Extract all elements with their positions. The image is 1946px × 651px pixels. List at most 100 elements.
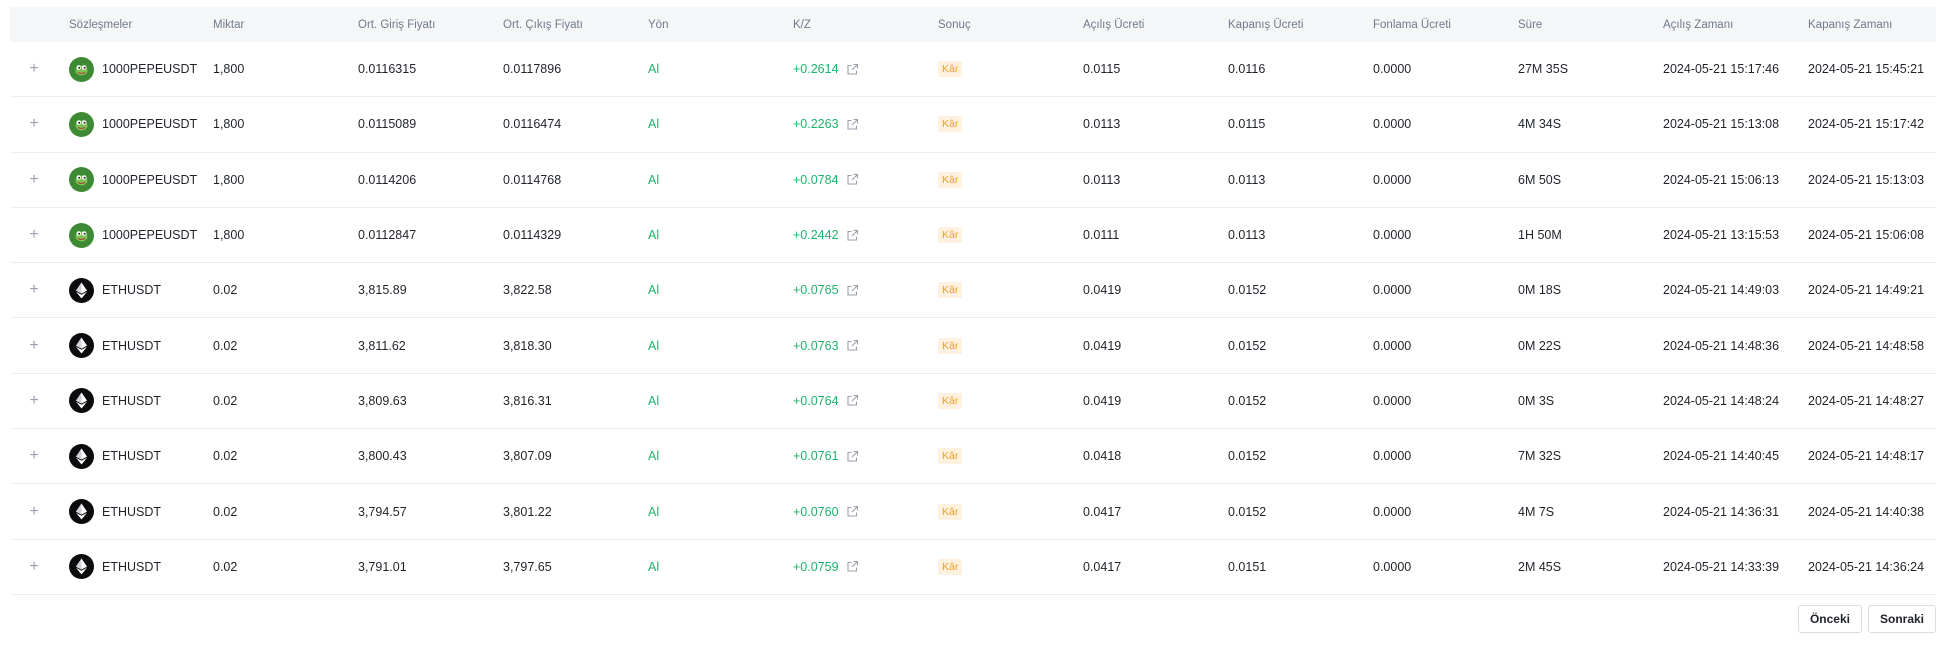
- column-header-contracts: Sözleşmeler: [69, 18, 133, 31]
- column-header-opening-fee: Açılış Ücreti: [1083, 18, 1145, 31]
- expand-row-icon[interactable]: +: [26, 484, 42, 538]
- close-time-cell: 2024-05-21 14:48:17: [1808, 449, 1925, 464]
- close-time-cell: 2024-05-21 15:06:08: [1808, 228, 1925, 243]
- contract-symbol: ETHUSDT: [102, 449, 162, 464]
- expand-row-icon[interactable]: +: [26, 153, 42, 207]
- closing-fee-cell: 0.0152: [1228, 283, 1267, 298]
- column-header-funding-fee: Fonlama Ücreti: [1373, 18, 1451, 31]
- contract-cell: ETHUSDT: [69, 429, 161, 483]
- result-badge: Kâr: [938, 282, 963, 299]
- avg-entry-price-cell: 3,800.43: [358, 449, 407, 464]
- pnl-value: +0.0765: [793, 283, 839, 298]
- duration-cell: 27M 35S: [1518, 62, 1569, 77]
- quantity-cell: 0.02: [213, 504, 238, 519]
- table-row[interactable]: +1000PEPEUSDT 1,800 0.0112847 0.0114329 Al +0…: [10, 208, 1936, 264]
- table-row[interactable]: + ETHUSDT 0.02 3,791.01 3,797.65 Al +0.0759 Kâr…: [10, 540, 1936, 595]
- pnl-value: +0.0759: [793, 559, 839, 574]
- closing-fee-cell: 0.0152: [1228, 393, 1267, 408]
- opening-fee-cell: 0.0417: [1083, 504, 1122, 519]
- expand-row-icon[interactable]: +: [26, 208, 42, 262]
- pnl-value: +0.2263: [793, 117, 839, 132]
- pnl-cell: +0.0761: [793, 429, 859, 483]
- column-header-avg-entry-price: Ort. Giriş Fiyatı: [358, 18, 436, 31]
- external-link-icon[interactable]: [846, 505, 859, 518]
- pnl-value: +0.0761: [793, 449, 839, 464]
- table-row[interactable]: + ETHUSDT 0.02 3,794.57 3,801.22 Al +0.0760 Kâr…: [10, 484, 1936, 540]
- table-row[interactable]: + ETHUSDT 0.02 3,800.43 3,807.09 Al +0.0761 Kâr…: [10, 429, 1936, 485]
- close-time-cell: 2024-05-21 14:48:58: [1808, 338, 1925, 353]
- contract-symbol: ETHUSDT: [102, 393, 162, 408]
- column-header-pnl: K/Z: [793, 18, 811, 31]
- close-time-cell: 2024-05-21 14:48:27: [1808, 393, 1925, 408]
- closing-fee-cell: 0.0115: [1228, 117, 1266, 132]
- contract-cell: 1000PEPEUSDT: [69, 208, 197, 262]
- pnl-cell: +0.0760: [793, 484, 859, 538]
- result-cell: Kâr: [938, 429, 963, 483]
- next-page-button[interactable]: Sonraki: [1867, 605, 1936, 633]
- duration-cell: 0M 3S: [1518, 393, 1555, 408]
- external-link-icon[interactable]: [846, 394, 859, 407]
- avg-entry-price-cell: 3,794.57: [358, 504, 407, 519]
- contract-symbol: ETHUSDT: [102, 559, 162, 574]
- funding-fee-cell: 0.0000: [1373, 449, 1412, 464]
- external-link-icon[interactable]: [846, 560, 859, 573]
- external-link-icon[interactable]: [846, 339, 859, 352]
- closing-fee-cell: 0.0116: [1228, 62, 1266, 77]
- contract-symbol: ETHUSDT: [102, 338, 162, 353]
- external-link-icon[interactable]: [846, 229, 859, 242]
- pepe-coin-icon: [69, 167, 94, 193]
- table-row[interactable]: +1000PEPEUSDT 1,800 0.0114206 0.0114768 Al +0…: [10, 153, 1936, 208]
- closing-fee-cell: 0.0151: [1228, 559, 1267, 574]
- expand-row-icon[interactable]: +: [26, 42, 42, 96]
- opening-fee-cell: 0.0111: [1083, 228, 1120, 243]
- expand-row-icon[interactable]: +: [26, 97, 42, 151]
- funding-fee-cell: 0.0000: [1373, 393, 1412, 408]
- quantity-cell: 1,800: [213, 117, 245, 132]
- external-link-icon[interactable]: [846, 450, 859, 463]
- expand-row-icon[interactable]: +: [26, 263, 42, 317]
- funding-fee-cell: 0.0000: [1373, 338, 1412, 353]
- avg-exit-price-cell: 3,818.30: [503, 338, 552, 353]
- table-row[interactable]: +1000PEPEUSDT 1,800 0.0116315 0.0117896 Al +0…: [10, 42, 1936, 98]
- table-row[interactable]: + ETHUSDT 0.02 3,809.63 3,816.31 Al +0.0764 Kâr…: [10, 374, 1936, 430]
- table-row[interactable]: + ETHUSDT 0.02 3,811.62 3,818.30 Al +0.0763 Kâr…: [10, 318, 1936, 374]
- contract-cell: ETHUSDT: [69, 374, 161, 428]
- result-badge: Kâr: [938, 392, 963, 409]
- avg-exit-price-cell: 3,801.22: [503, 504, 552, 519]
- direction-cell: Al: [648, 338, 660, 353]
- external-link-icon[interactable]: [846, 63, 859, 76]
- external-link-icon[interactable]: [846, 118, 859, 131]
- expand-row-icon[interactable]: +: [26, 540, 42, 594]
- external-link-icon[interactable]: [846, 284, 859, 297]
- direction-cell: Al: [648, 62, 660, 77]
- pagination: Önceki Sonraki: [1797, 605, 1936, 633]
- open-time-cell: 2024-05-21 14:49:03: [1663, 283, 1780, 298]
- result-badge: Kâr: [938, 337, 963, 354]
- column-header-result: Sonuç: [938, 18, 971, 31]
- expand-row-icon[interactable]: +: [26, 318, 42, 372]
- column-header-close-time: Kapanış Zamanı: [1808, 18, 1893, 31]
- previous-page-button[interactable]: Önceki: [1797, 605, 1862, 633]
- table-row[interactable]: +1000PEPEUSDT 1,800 0.0115089 0.0116474 Al +0…: [10, 97, 1936, 153]
- contract-symbol: 1000PEPEUSDT: [102, 117, 198, 132]
- avg-exit-price-cell: 3,807.09: [503, 449, 552, 464]
- result-cell: Kâr: [938, 97, 963, 151]
- table-row[interactable]: + ETHUSDT 0.02 3,815.89 3,822.58 Al +0.0765 Kâr…: [10, 263, 1936, 319]
- pnl-value: +0.0760: [793, 504, 839, 519]
- result-badge: Kâr: [938, 448, 963, 465]
- direction-cell: Al: [648, 449, 660, 464]
- contract-cell: ETHUSDT: [69, 484, 161, 538]
- direction-cell: Al: [648, 283, 660, 298]
- opening-fee-cell: 0.0113: [1083, 172, 1121, 187]
- contract-cell: ETHUSDT: [69, 318, 161, 372]
- expand-row-icon[interactable]: +: [26, 374, 42, 428]
- funding-fee-cell: 0.0000: [1373, 504, 1412, 519]
- result-badge: Kâr: [938, 558, 963, 575]
- result-badge: Kâr: [938, 61, 963, 78]
- external-link-icon[interactable]: [846, 173, 859, 186]
- expand-row-icon[interactable]: +: [26, 429, 42, 483]
- result-cell: Kâr: [938, 484, 963, 538]
- funding-fee-cell: 0.0000: [1373, 172, 1412, 187]
- result-badge: Kâr: [938, 116, 963, 133]
- column-header-quantity: Miktar: [213, 18, 245, 31]
